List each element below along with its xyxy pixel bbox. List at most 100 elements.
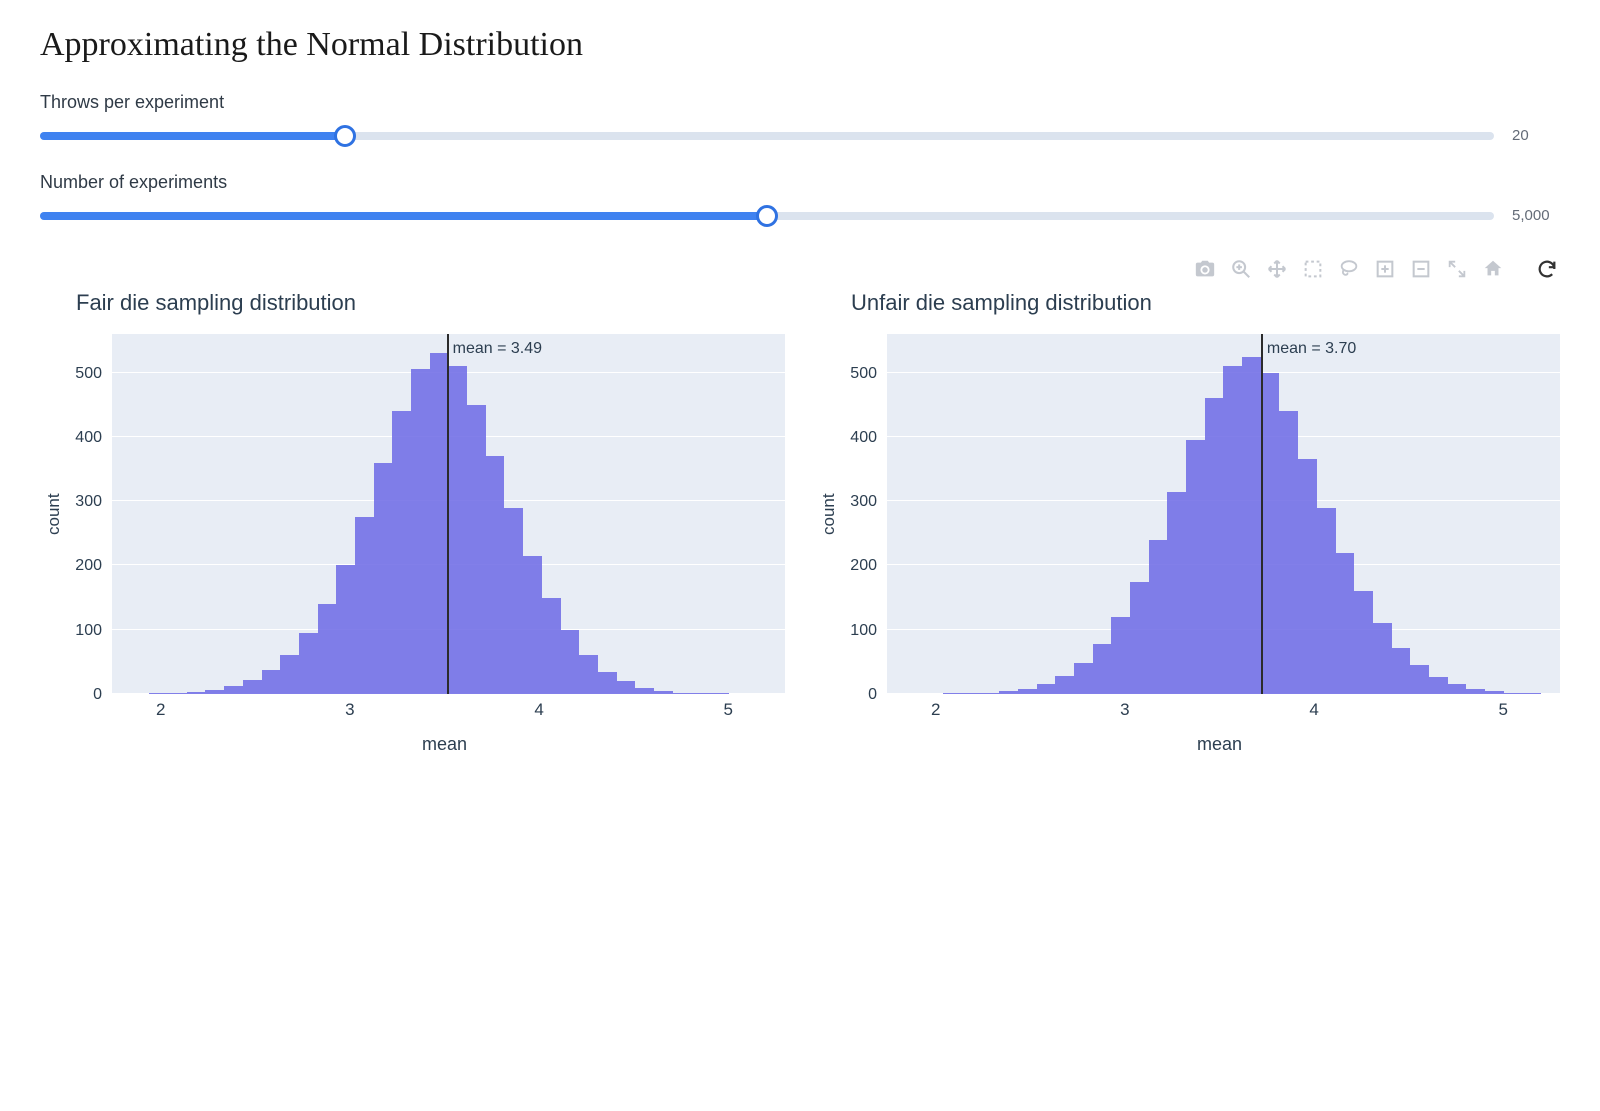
x-tick: 4 — [534, 700, 543, 720]
y-tick: 200 — [850, 558, 877, 574]
histogram-bar — [392, 411, 411, 694]
histogram-bar — [1149, 540, 1168, 694]
x-tick: 4 — [1309, 700, 1318, 720]
x-tick: 2 — [931, 700, 940, 720]
histogram-bar — [1354, 591, 1373, 694]
reset-axes-icon[interactable] — [1482, 258, 1504, 280]
y-tick: 500 — [850, 366, 877, 382]
y-tick: 300 — [75, 494, 102, 510]
histogram-bar — [318, 604, 337, 694]
histogram-bar — [561, 630, 580, 694]
mean-annotation: mean = 3.70 — [1267, 340, 1356, 358]
histogram-bar — [598, 672, 617, 695]
slider-throws: Throws per experiment 20 — [40, 92, 1560, 144]
slider-experiments-value: 5,000 — [1512, 207, 1560, 224]
x-tick: 3 — [1120, 700, 1129, 720]
slider-experiments: Number of experiments 5,000 — [40, 172, 1560, 224]
y-tick: 0 — [868, 687, 877, 703]
histogram-bar — [262, 670, 281, 694]
zoom-minus-icon[interactable] — [1410, 258, 1432, 280]
histogram-bar — [1037, 684, 1056, 694]
histogram-bar — [504, 508, 523, 694]
autoscale-icon[interactable] — [1446, 258, 1468, 280]
histogram-bar — [243, 680, 262, 694]
slider-throws-value: 20 — [1512, 127, 1560, 144]
histogram-bar — [467, 405, 486, 694]
y-tick: 100 — [850, 623, 877, 639]
lasso-select-icon[interactable] — [1338, 258, 1360, 280]
box-select-icon[interactable] — [1302, 258, 1324, 280]
histogram-bar — [430, 353, 449, 694]
x-tick: 5 — [724, 700, 733, 720]
histogram-bar — [1317, 508, 1336, 694]
histogram-bar — [1279, 411, 1298, 694]
histogram-bar — [1093, 644, 1112, 694]
histogram-bar — [374, 463, 393, 694]
y-axis-label: count — [815, 334, 843, 694]
x-axis-label: mean — [879, 734, 1560, 755]
slider-experiments-track[interactable] — [40, 212, 1494, 220]
slider-throws-label: Throws per experiment — [40, 92, 1560, 113]
y-tick: 400 — [75, 430, 102, 446]
y-axis: 0100200300400500 — [843, 334, 887, 694]
x-axis: 2 3 4 5 — [879, 694, 1560, 720]
refresh-icon[interactable] — [1536, 258, 1558, 280]
plot-toolbar — [40, 252, 1560, 284]
histogram-bar — [224, 686, 243, 694]
histogram-bar — [1392, 648, 1411, 694]
mean-annotation: mean = 3.49 — [453, 340, 542, 358]
histogram-bar — [1111, 617, 1130, 694]
histogram-bar — [1373, 623, 1392, 694]
histogram-bar — [617, 681, 636, 694]
y-axis: 0100200300400500 — [68, 334, 112, 694]
y-tick: 500 — [75, 366, 102, 382]
chart-unfair: Unfair die sampling distributioncount010… — [815, 290, 1560, 755]
zoom-plus-icon[interactable] — [1374, 258, 1396, 280]
y-axis-label: count — [40, 334, 68, 694]
y-tick: 100 — [75, 623, 102, 639]
plot-area[interactable]: mean = 3.70 — [887, 334, 1560, 694]
histogram-bar — [486, 456, 505, 694]
histogram-bar — [1298, 459, 1317, 694]
histogram-bar — [355, 517, 374, 694]
histogram-bar — [299, 633, 318, 694]
histogram-bar — [1205, 398, 1224, 694]
histogram-bar — [1186, 440, 1205, 694]
histogram-bar — [542, 598, 561, 694]
histogram-bar — [523, 556, 542, 694]
slider-experiments-label: Number of experiments — [40, 172, 1560, 193]
histogram-bar — [1429, 677, 1448, 694]
histogram-bar — [448, 366, 467, 694]
histogram-bar — [1055, 676, 1074, 694]
plot-area[interactable]: mean = 3.49 — [112, 334, 785, 694]
chart-fair: Fair die sampling distribution count 0 100 2… — [40, 290, 785, 755]
x-axis-label: mean — [104, 734, 785, 755]
x-axis: 2 3 4 5 — [104, 694, 785, 720]
histogram-bar — [1336, 553, 1355, 694]
histogram-bar — [1223, 366, 1242, 694]
slider-experiments-handle[interactable] — [756, 205, 778, 227]
x-tick: 5 — [1499, 700, 1508, 720]
histogram-bar — [336, 565, 355, 694]
slider-throws-track[interactable] — [40, 132, 1494, 140]
histogram-bar — [1448, 684, 1467, 694]
y-tick: 400 — [850, 430, 877, 446]
y-tick: 300 — [850, 494, 877, 510]
camera-icon[interactable] — [1194, 258, 1216, 280]
x-tick: 2 — [156, 700, 165, 720]
histogram-bar — [1130, 582, 1149, 695]
histogram-bar — [411, 369, 430, 694]
mean-line — [1261, 334, 1264, 694]
x-tick: 3 — [345, 700, 354, 720]
chart-title: Fair die sampling distribution — [76, 290, 785, 316]
slider-throws-handle[interactable] — [334, 125, 356, 147]
histogram-bar — [1261, 373, 1280, 694]
histogram-bar — [1074, 663, 1093, 694]
histogram-bar — [579, 655, 598, 694]
histogram-bars — [887, 334, 1560, 694]
zoom-in-icon[interactable] — [1230, 258, 1252, 280]
histogram-bar — [280, 655, 299, 694]
histogram-bar — [1410, 665, 1429, 694]
y-tick: 0 — [93, 687, 102, 703]
pan-icon[interactable] — [1266, 258, 1288, 280]
